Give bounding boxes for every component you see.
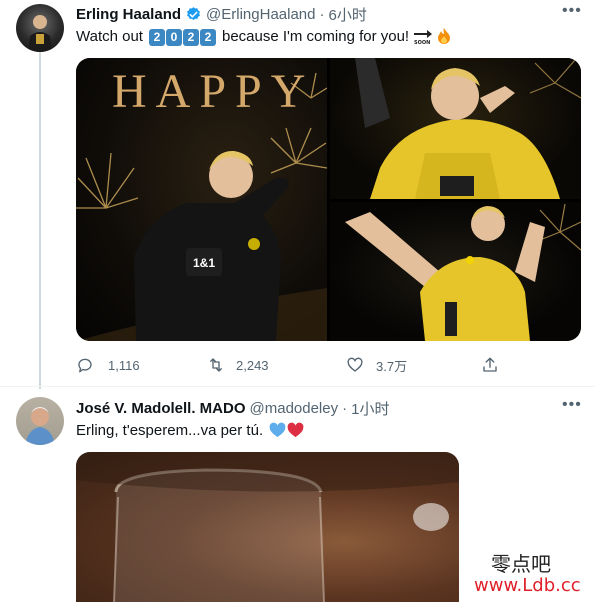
keycap-emoji: 2022 bbox=[148, 26, 217, 46]
author-handle[interactable]: @ErlingHaaland bbox=[206, 6, 315, 23]
avatar-erling[interactable] bbox=[16, 4, 64, 52]
heart-icon bbox=[346, 356, 364, 374]
share-icon bbox=[481, 356, 499, 374]
media-image-celebration-2[interactable] bbox=[330, 202, 581, 341]
soon-arrow-icon: SOON bbox=[413, 27, 433, 45]
reply-count: 1,116 bbox=[108, 357, 140, 373]
watermark-url: www.Ldb.cc bbox=[474, 575, 581, 596]
tweet-time[interactable]: 1小时 bbox=[351, 398, 389, 419]
happy-title: HAPPY bbox=[112, 65, 315, 118]
more-options-button[interactable]: ••• bbox=[562, 2, 582, 20]
jersey-text: 1&1 bbox=[193, 256, 215, 270]
reply-icon bbox=[76, 356, 94, 374]
like-button[interactable]: 3.7万 bbox=[346, 355, 407, 375]
watermark-title: 零点吧 bbox=[491, 552, 551, 576]
author-name[interactable]: Erling Haaland bbox=[76, 6, 181, 23]
verified-badge-icon bbox=[185, 6, 202, 23]
more-dots-icon: ••• bbox=[562, 2, 582, 19]
retweet-count: 2,243 bbox=[236, 357, 269, 373]
media-image-happy[interactable]: 1&1 HAPPY bbox=[76, 58, 327, 341]
media-image-celebration-1[interactable] bbox=[330, 58, 581, 199]
red-heart-icon bbox=[287, 422, 304, 438]
retweet-button[interactable]: 2,243 bbox=[206, 355, 269, 375]
avatar-jose[interactable] bbox=[16, 397, 64, 445]
tweet-divider bbox=[0, 386, 595, 387]
player-figure: 1&1 bbox=[134, 150, 289, 341]
reply-button[interactable]: 1,116 bbox=[76, 355, 140, 375]
thread-line bbox=[39, 49, 41, 389]
keycap-digit: 2 bbox=[148, 29, 165, 46]
share-button[interactable] bbox=[481, 355, 499, 375]
keycap-digit: 2 bbox=[182, 29, 199, 46]
separator: · bbox=[319, 5, 325, 23]
blue-heart-icon bbox=[269, 422, 286, 438]
author-name[interactable]: José V. Madolell. MADO bbox=[76, 400, 246, 417]
more-dots-icon: ••• bbox=[562, 396, 582, 413]
svg-text:SOON: SOON bbox=[414, 40, 430, 45]
like-count: 3.7万 bbox=[376, 358, 408, 374]
keycap-digit: 2 bbox=[199, 29, 216, 46]
separator: · bbox=[342, 399, 348, 417]
tweet-text: Erling, t'esperem...va per tú. bbox=[76, 420, 304, 440]
media-image-glass[interactable] bbox=[76, 452, 459, 602]
tweet-text: Watch out 2022 because I'm coming for yo… bbox=[76, 26, 453, 46]
fire-icon bbox=[435, 27, 453, 45]
tweet-text-after: because I'm coming for you! bbox=[221, 27, 410, 45]
author-handle[interactable]: @madodeley bbox=[250, 400, 339, 417]
tweet-text-before: Watch out bbox=[76, 27, 143, 45]
tweet-time[interactable]: 6小时 bbox=[328, 4, 366, 25]
more-options-button[interactable]: ••• bbox=[562, 396, 582, 414]
media-grid[interactable]: 1&1 HAPPY bbox=[76, 58, 581, 341]
tweet-text-body: Erling, t'esperem...va per tú. bbox=[76, 421, 264, 439]
retweet-icon bbox=[206, 356, 226, 374]
keycap-digit: 0 bbox=[165, 29, 182, 46]
